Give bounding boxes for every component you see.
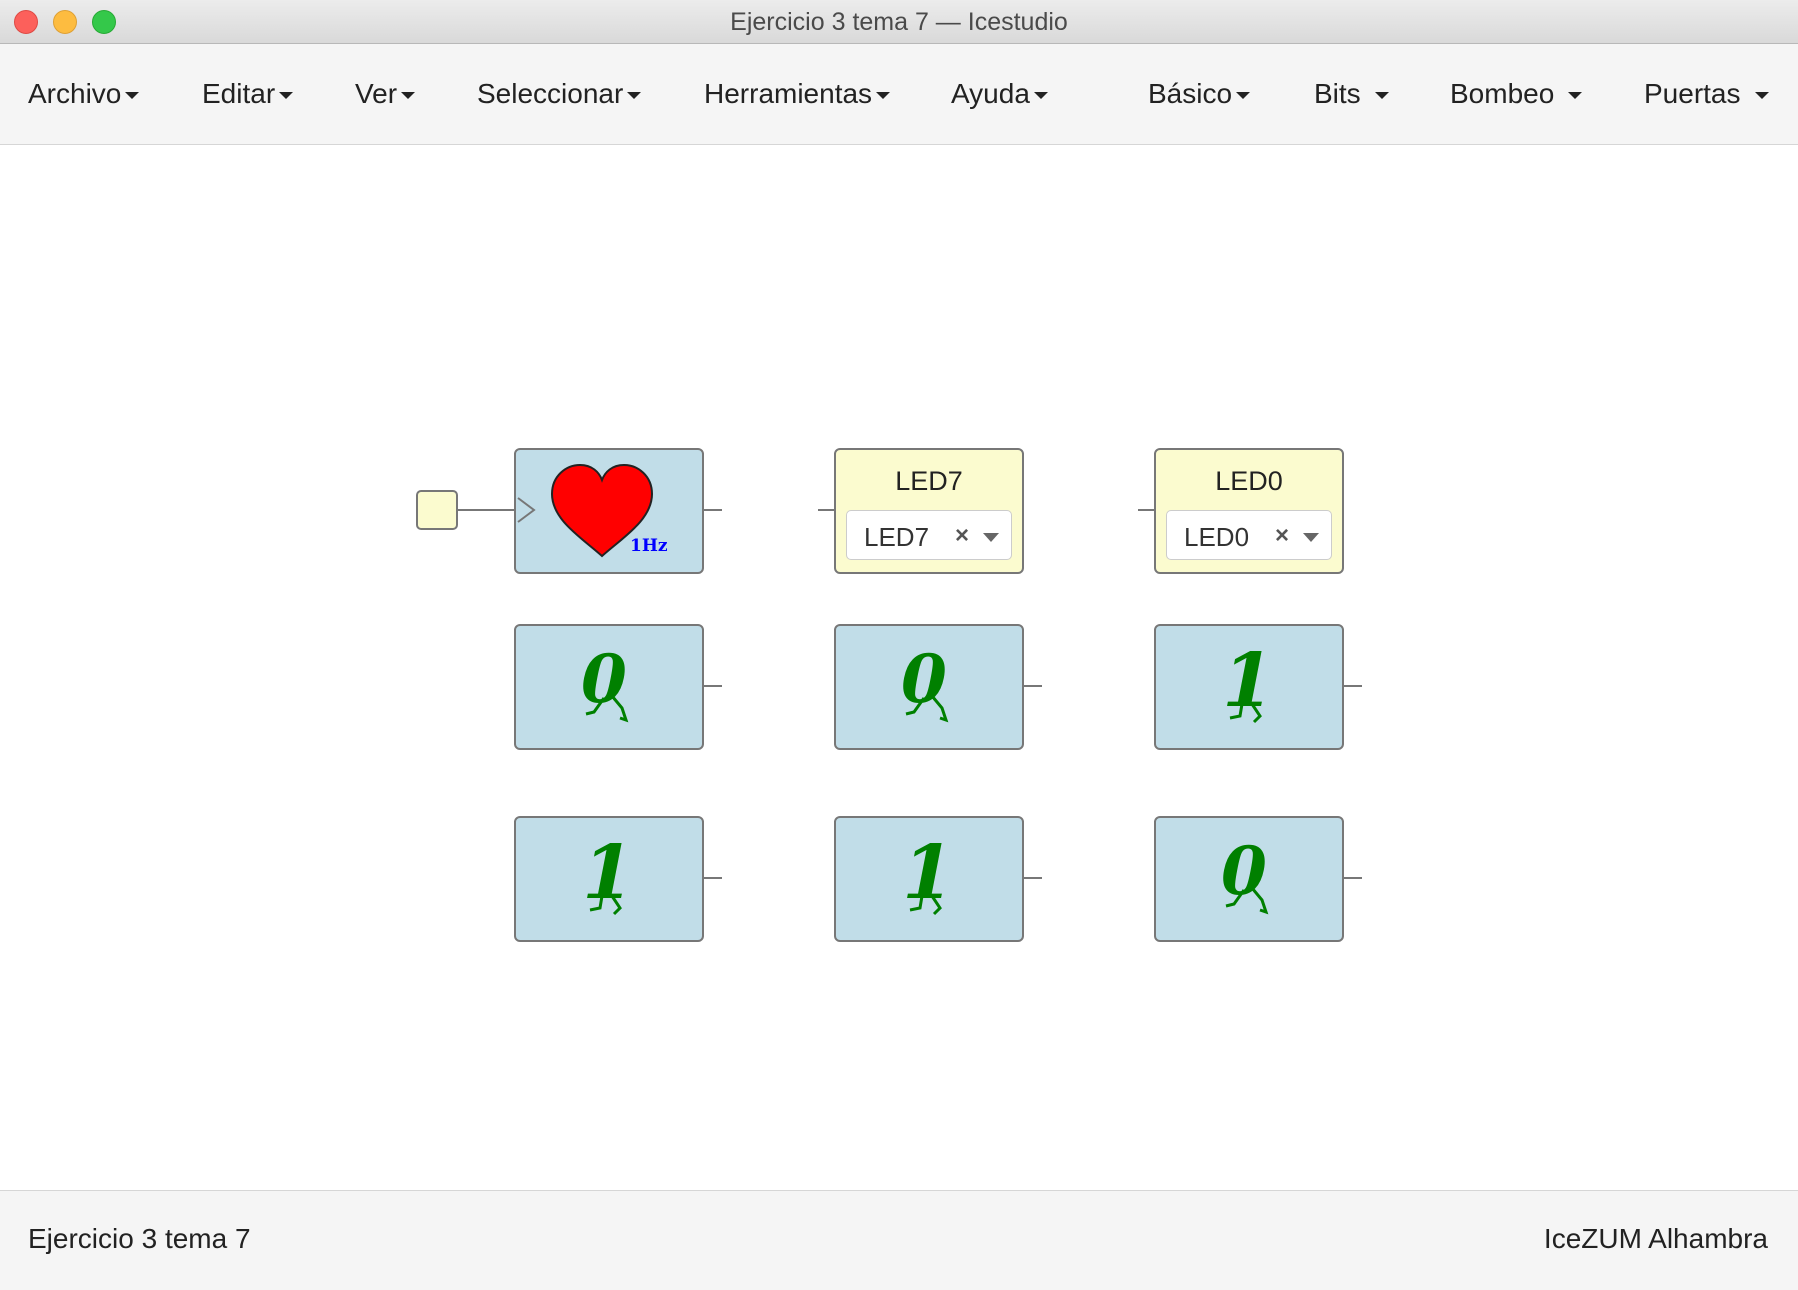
constant-zero-icon: 0 [581,640,629,723]
led0-pin-select[interactable]: LED0 × [1166,510,1332,560]
digit-text: 1 [902,830,954,916]
constant-zero-icon: 0 [1221,832,1269,915]
menu-archivo[interactable]: Archivo [28,78,140,110]
menu-bits[interactable]: Bits [1314,78,1389,110]
input-port[interactable] [416,490,458,530]
caret-down-icon [1374,92,1389,100]
led7-block[interactable]: LED7 LED7 × [834,448,1024,574]
constant-one-icon: 1 [1222,638,1274,724]
menu-bits-label: Bits [1314,78,1361,109]
constant-zero-icon: 0 [901,640,949,723]
input-wire [458,509,516,511]
output-wire [1344,877,1362,879]
heart-icon [517,463,654,558]
caret-down-icon [401,92,416,100]
led7-select-value: LED7 [864,522,930,552]
menu-ver-label: Ver [355,78,398,109]
menu-basico-label: Básico [1148,78,1233,109]
menu-ver[interactable]: Ver [355,78,416,110]
constant-block-r2c2[interactable]: 1 [834,816,1024,942]
menu-puertas-label: Puertas [1644,78,1741,109]
menu-puertas[interactable]: Puertas [1644,78,1769,110]
led7-label: LED7 [895,466,963,496]
caret-down-icon [279,92,294,100]
project-name: Ejercicio 3 tema 7 [28,1223,251,1254]
constant-block-r1c2[interactable]: 0 [834,624,1024,750]
chevron-down-icon[interactable] [1303,533,1319,542]
frequency-label: 1Hz [630,536,668,556]
menu-basico[interactable]: Básico [1148,78,1251,110]
menu-seleccionar[interactable]: Seleccionar [477,78,642,110]
led0-select-value: LED0 [1184,522,1250,552]
caret-down-icon [1754,92,1769,100]
constant-one-icon: 1 [902,830,954,916]
caret-down-icon [1568,92,1583,100]
caret-down-icon [876,92,891,100]
menu-ayuda[interactable]: Ayuda [951,78,1048,110]
digit-text: 1 [582,830,634,916]
output-wire [704,685,722,687]
caret-down-icon [627,92,642,100]
status-bar: Ejercicio 3 tema 7 IceZUM Alhambra [0,1190,1798,1290]
clock-block[interactable]: 1Hz [514,448,704,574]
menu-bombeo-label: Bombeo [1450,78,1555,109]
constant-one-icon: 1 [582,830,634,916]
caret-down-icon [1236,92,1251,100]
output-wire [1344,685,1362,687]
design-canvas[interactable]: 1Hz LED7 LED7 × LED0 LED0 × 0 0 1 1 1 0 [0,145,1798,1190]
constant-block-r1c1[interactable]: 0 [514,624,704,750]
led0-block[interactable]: LED0 LED0 × [1154,448,1344,574]
menu-editar[interactable]: Editar [202,78,294,110]
led7-pin-select[interactable]: LED7 × [846,510,1012,560]
output-wire [704,877,722,879]
chevron-down-icon[interactable] [983,533,999,542]
menu-ayuda-label: Ayuda [951,78,1030,109]
menu-bombeo[interactable]: Bombeo [1450,78,1583,110]
caret-down-icon [1033,92,1048,100]
digit-text: 1 [1222,638,1274,724]
constant-block-r1c3[interactable]: 1 [1154,624,1344,750]
menu-herramientas[interactable]: Herramientas [704,78,891,110]
led0-label: LED0 [1215,466,1283,496]
constant-block-r2c1[interactable]: 1 [514,816,704,942]
output-wire [1024,685,1042,687]
board-name[interactable]: IceZUM Alhambra [1544,1223,1768,1255]
menu-seleccionar-label: Seleccionar [477,78,624,109]
clear-icon[interactable]: × [955,522,969,550]
title-bar: Ejercicio 3 tema 7 — Icestudio [0,0,1798,44]
clock-output-wire [704,509,722,511]
menu-herramientas-label: Herramientas [704,78,873,109]
menu-editar-label: Editar [202,78,276,109]
output-wire [1024,877,1042,879]
clear-icon[interactable]: × [1275,522,1289,550]
window-title: Ejercicio 3 tema 7 — Icestudio [730,8,1068,36]
menu-bar: Archivo Editar Ver Seleccionar Herramien… [0,44,1798,145]
menu-archivo-label: Archivo [28,78,122,109]
caret-down-icon [125,92,140,100]
constant-block-r2c3[interactable]: 0 [1154,816,1344,942]
